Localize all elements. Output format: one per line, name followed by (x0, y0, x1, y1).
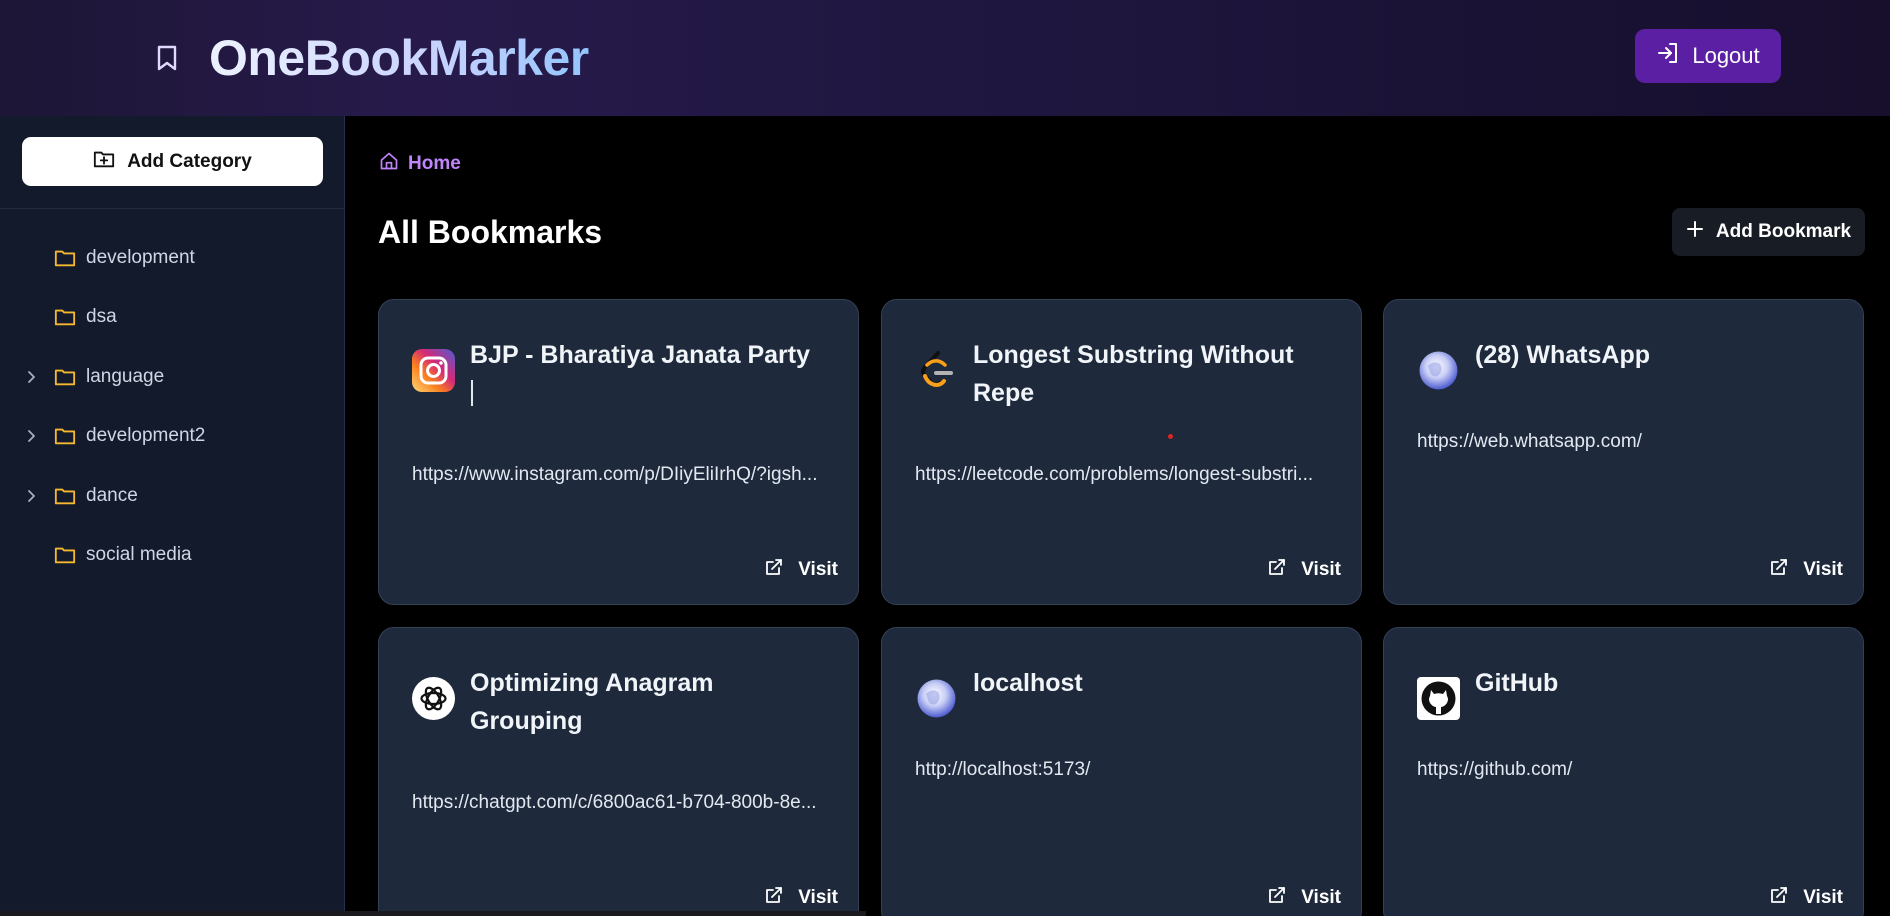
folder-icon (54, 485, 76, 507)
app-title: OneBookMarker (209, 30, 589, 86)
bookmark-card[interactable]: GitHub https://github.com/ Visit (1383, 627, 1864, 916)
chevron-right-icon[interactable] (24, 489, 38, 503)
visit-link[interactable]: Visit (1267, 557, 1341, 583)
external-link-icon (1769, 885, 1789, 911)
logout-icon (1656, 41, 1680, 71)
logout-button[interactable]: Logout (1635, 29, 1781, 83)
bookmark-title: BJP - Bharatiya Janata Party (470, 341, 810, 369)
sidebar: Add Category development dsa language de… (0, 116, 345, 916)
sidebar-item-label: development2 (86, 425, 206, 447)
sidebar-item-label: development (86, 246, 195, 268)
instagram-icon (411, 348, 456, 393)
bookmark-card[interactable]: Optimizing Anagram Grouping https://chat… (378, 627, 859, 916)
external-link-icon (1267, 557, 1287, 583)
bookmark-icon (156, 44, 178, 71)
visit-link[interactable]: Visit (764, 557, 838, 583)
external-link-icon (764, 557, 784, 583)
sidebar-item-label: social media (86, 544, 192, 566)
main-content: Home All Bookmarks Add Bookmark BJP - Bh… (346, 116, 1890, 916)
bookmark-url: https://web.whatsapp.com/ (1417, 431, 1642, 452)
sidebar-item-dsa[interactable]: dsa (0, 288, 345, 348)
bookmark-card[interactable]: Longest Substring Without Repe https://l… (881, 299, 1362, 605)
bookmark-title: GitHub (1475, 669, 1559, 697)
folder-plus-icon (93, 148, 115, 176)
bookmark-title: Optimizing Anagram Grouping (470, 669, 714, 735)
visit-label: Visit (1803, 559, 1843, 580)
bookmark-url: https://chatgpt.com/c/6800ac61-b704-800b… (412, 792, 817, 813)
sidebar-item-language[interactable]: language (0, 347, 345, 407)
chevron-right-icon[interactable] (24, 429, 38, 443)
sidebar-item-label: dance (86, 484, 138, 506)
visit-label: Visit (1803, 887, 1843, 908)
external-link-icon (764, 885, 784, 911)
folder-icon (54, 544, 76, 566)
add-bookmark-button[interactable]: Add Bookmark (1672, 208, 1865, 256)
bookmark-url: https://www.instagram.com/p/DIiyEliIrhQ/… (412, 464, 818, 485)
visit-link[interactable]: Visit (764, 885, 838, 911)
add-category-label: Add Category (127, 150, 252, 172)
folder-icon (54, 425, 76, 447)
visit-link[interactable]: Visit (1267, 885, 1341, 911)
status-dot (1168, 434, 1173, 439)
sidebar-item-dance[interactable]: dance (0, 466, 345, 526)
sidebar-item-label: dsa (86, 306, 117, 328)
bookmark-card[interactable]: localhost http://localhost:5173/ Visit (881, 627, 1362, 916)
visit-link[interactable]: Visit (1769, 557, 1843, 583)
visit-label: Visit (798, 887, 838, 908)
sidebar-divider (0, 208, 345, 209)
visit-link[interactable]: Visit (1769, 885, 1843, 911)
visit-label: Visit (1301, 887, 1341, 908)
breadcrumb-home: Home (408, 153, 461, 174)
add-bookmark-label: Add Bookmark (1715, 221, 1852, 242)
visit-label: Visit (1301, 559, 1341, 580)
add-category-button[interactable]: Add Category (22, 137, 323, 186)
folder-icon (54, 366, 76, 388)
leetcode-icon (914, 348, 959, 393)
folder-icon (54, 247, 76, 269)
sidebar-item-label: language (86, 365, 165, 387)
plus-icon (1686, 220, 1704, 244)
horizontal-scrollbar[interactable] (0, 911, 866, 916)
bookmark-title: (28) WhatsApp (1475, 341, 1650, 369)
sidebar-item-development[interactable]: development (0, 228, 345, 288)
github-icon (1416, 676, 1461, 721)
folder-icon (54, 306, 76, 328)
bookmark-url: https://github.com/ (1417, 759, 1573, 780)
external-link-icon (1769, 557, 1789, 583)
bookmark-url: https://leetcode.com/problems/longest-su… (915, 464, 1314, 485)
globe-icon (1416, 348, 1461, 393)
category-list: development dsa language development2 da… (0, 228, 345, 585)
home-icon (379, 151, 399, 177)
sidebar-item-social-media[interactable]: social media (0, 526, 345, 586)
external-link-icon (1267, 885, 1287, 911)
breadcrumb[interactable]: Home (379, 151, 461, 177)
bookmark-card[interactable]: BJP - Bharatiya Janata Party https://www… (378, 299, 859, 605)
logout-label: Logout (1692, 43, 1760, 68)
page-title: All Bookmarks (378, 214, 603, 250)
chevron-right-icon[interactable] (24, 370, 38, 384)
chatgpt-icon (411, 676, 456, 721)
text-caret (471, 380, 473, 406)
visit-label: Visit (798, 559, 838, 580)
sidebar-item-development2[interactable]: development2 (0, 407, 345, 467)
bookmark-title: Longest Substring Without Repe (973, 341, 1294, 407)
bookmark-card[interactable]: (28) WhatsApp https://web.whatsapp.com/ … (1383, 299, 1864, 605)
bookmark-title: localhost (973, 669, 1083, 697)
bookmark-url: http://localhost:5173/ (915, 759, 1091, 780)
app-header: OneBookMarker Logout (0, 0, 1890, 116)
globe-icon (914, 676, 959, 721)
